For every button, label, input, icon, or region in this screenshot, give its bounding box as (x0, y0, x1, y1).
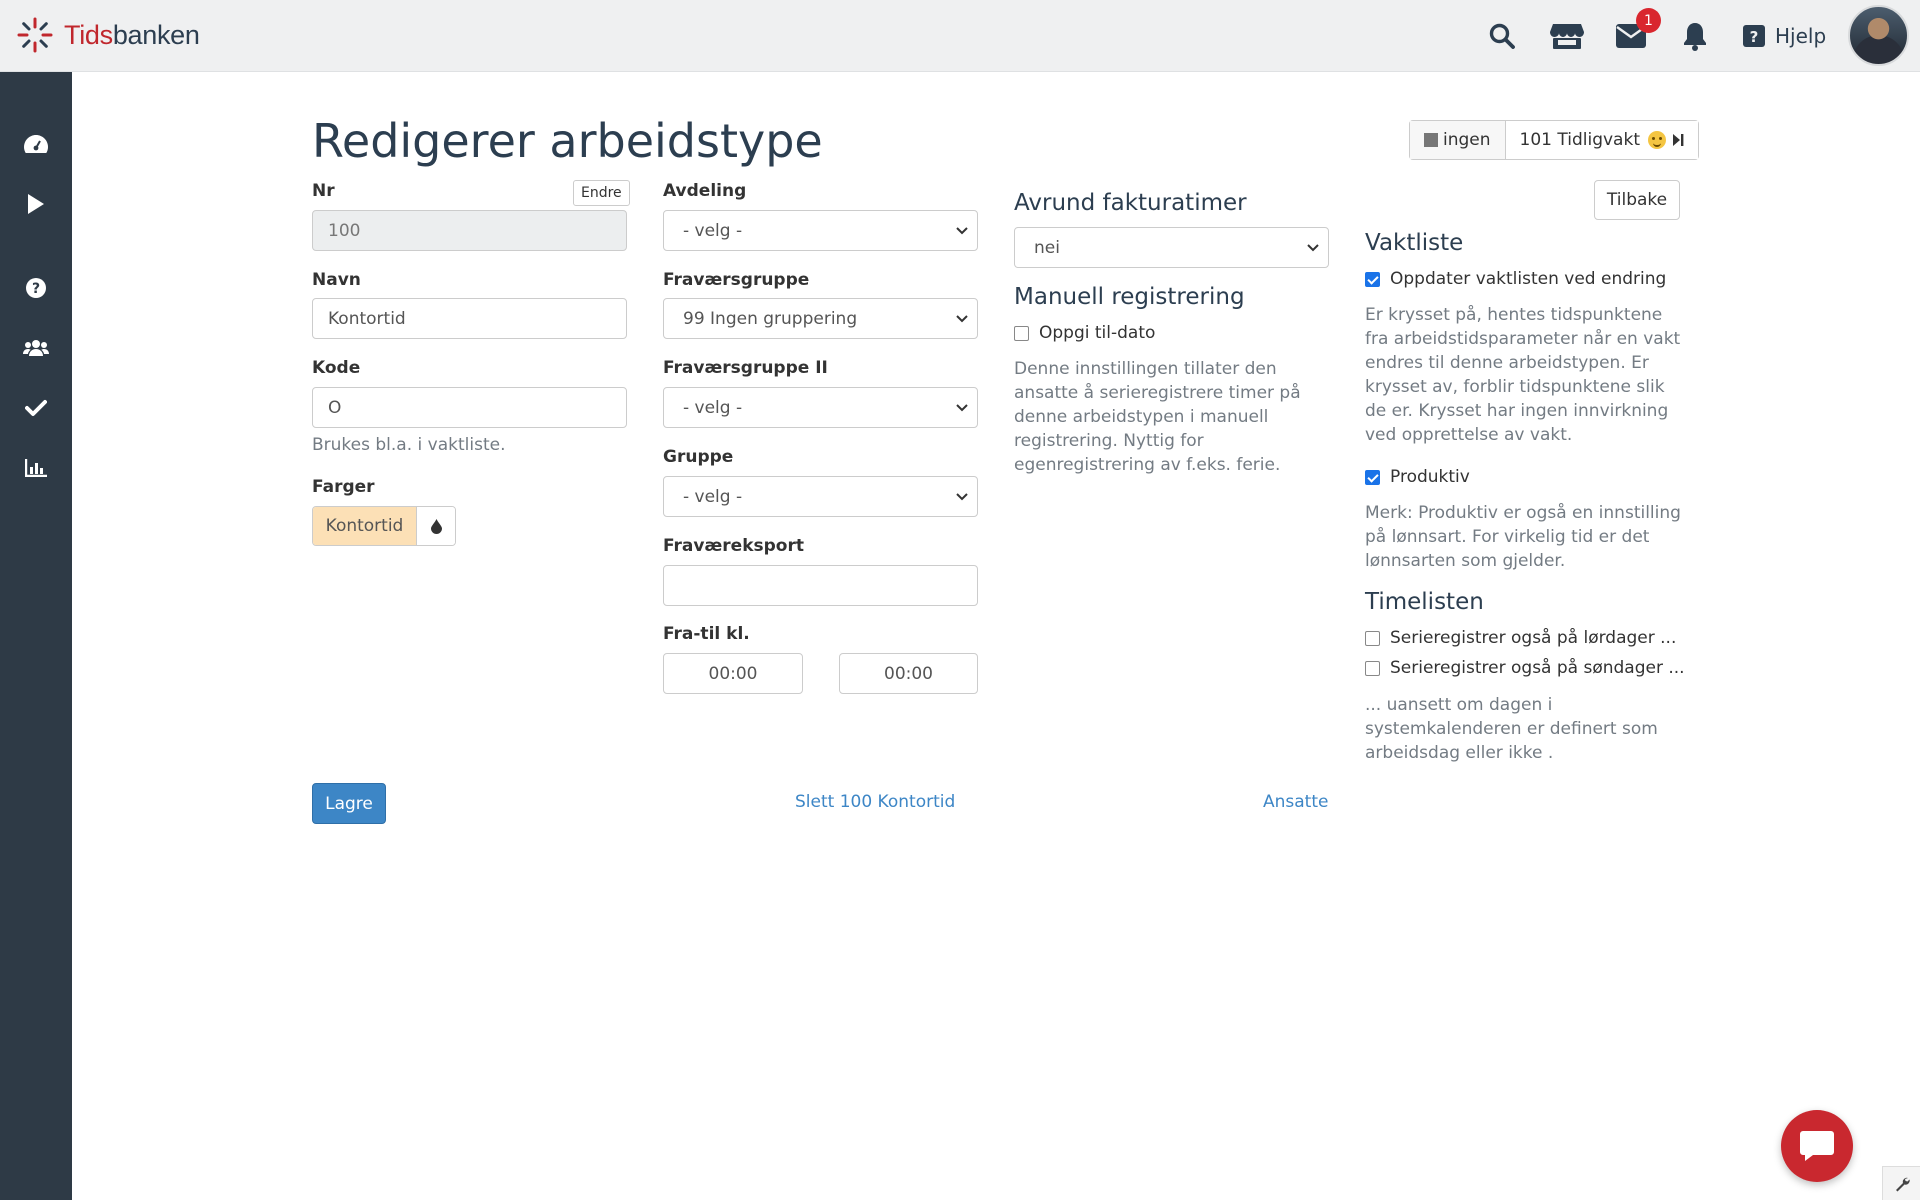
chat-bubble-icon (1800, 1131, 1834, 1161)
shift-next-button[interactable]: 101 Tidligvakt (1504, 121, 1698, 159)
color-picker: Kontortid (312, 506, 456, 546)
page-title: Redigerer arbeidstype (312, 114, 823, 168)
save-button[interactable]: Lagre (312, 783, 386, 824)
top-bar: Tidsbanken 1 ? Hjelp (0, 0, 1920, 72)
help-circle-icon[interactable]: ? (20, 272, 52, 304)
sidebar: ? (0, 72, 72, 1200)
navn-field[interactable]: Kontortid (312, 298, 627, 339)
sondag-checkbox[interactable]: Serieregistrer også på søndager ... (1365, 658, 1685, 678)
check-icon[interactable] (20, 392, 52, 424)
chevron-down-icon (1307, 244, 1319, 252)
fravaersgruppe2-label: Fraværsgruppe II (663, 358, 828, 378)
produktiv-label: Produktiv (1390, 467, 1470, 487)
avdeling-select[interactable]: - velg - (663, 210, 978, 251)
fravaersgruppe2-select[interactable]: - velg - (663, 387, 978, 428)
fravaereksport-field[interactable] (663, 565, 978, 606)
produktiv-checkbox[interactable]: Produktiv (1365, 467, 1470, 487)
delete-link[interactable]: Slett 100 Kontortid (795, 792, 955, 812)
svg-text:?: ? (32, 281, 40, 297)
chevron-down-icon (956, 227, 968, 235)
manuell-heading: Manuell registrering (1014, 284, 1245, 310)
timelisten-help-text: ... uansett om dagen i systemkalenderen … (1365, 695, 1658, 763)
fravaereksport-label: Fraværeksport (663, 536, 804, 556)
help-label: Hjelp (1775, 24, 1827, 48)
play-icon[interactable] (20, 188, 52, 220)
user-avatar[interactable] (1848, 5, 1909, 66)
skip-forward-icon (1672, 134, 1684, 146)
avrund-heading: Avrund fakturatimer (1014, 190, 1247, 216)
endre-button[interactable]: Endre (573, 180, 630, 206)
chevron-down-icon (956, 493, 968, 501)
checkbox-box[interactable] (1014, 325, 1029, 341)
produktiv-help-text: Merk: Produktiv er også en innstilling p… (1365, 503, 1681, 571)
logo-icon (17, 17, 53, 53)
square-icon (1424, 133, 1438, 147)
kode-field[interactable]: O (312, 387, 627, 428)
sondag-label: Serieregistrer også på søndager ... (1390, 658, 1685, 678)
chat-button[interactable] (1781, 1110, 1853, 1182)
gruppe-select[interactable]: - velg - (663, 476, 978, 517)
checkbox-box-checked[interactable] (1365, 271, 1380, 287)
lordag-checkbox[interactable]: Serieregistrer også på lørdager ... (1365, 628, 1676, 648)
manuell-help-text: Denne innstillingen tillater den ansatte… (1014, 359, 1301, 475)
chevron-down-icon (956, 404, 968, 412)
mail-icon[interactable]: 1 (1613, 8, 1661, 54)
color-swatch[interactable]: Kontortid (313, 507, 417, 545)
ansatte-link[interactable]: Ansatte (1263, 792, 1328, 812)
oppgi-label: Oppgi til-dato (1039, 323, 1156, 343)
help-square-icon: ? (1743, 25, 1765, 47)
nr-label: Nr (312, 181, 335, 201)
svg-text:?: ? (1750, 28, 1759, 46)
gruppe-label: Gruppe (663, 447, 734, 467)
shift-navigator: ingen 101 Tidligvakt (1409, 120, 1699, 160)
logo-text-prefix: Tids (64, 19, 113, 50)
oppgi-til-dato-checkbox[interactable]: Oppgi til-dato (1014, 323, 1155, 343)
timelisten-heading: Timelisten (1365, 589, 1484, 615)
checkbox-box[interactable] (1365, 630, 1380, 646)
fratil-label: Fra-til kl. (663, 624, 750, 644)
users-icon[interactable] (20, 332, 52, 364)
shift-none-label: ingen (1443, 130, 1491, 150)
help-menu[interactable]: ? Hjelp (1743, 20, 1826, 52)
til-time-field[interactable]: 00:00 (839, 653, 978, 694)
back-button[interactable]: Tilbake (1594, 180, 1680, 220)
gruppe-value: - velg - (683, 486, 743, 507)
logo-text: Tidsbanken (64, 20, 200, 51)
avrund-value: nei (1034, 237, 1060, 258)
vaktliste-heading: Vaktliste (1365, 230, 1464, 256)
checkbox-box-checked[interactable] (1365, 469, 1380, 485)
fravaersgruppe-label: Fraværsgruppe (663, 270, 810, 290)
nr-field[interactable]: 100 (312, 210, 627, 251)
navn-label: Navn (312, 270, 361, 290)
fravaersgruppe-value: 99 Ingen gruppering (683, 308, 858, 329)
mail-badge: 1 (1636, 8, 1661, 33)
shift-next-label: 101 Tidligvakt (1519, 130, 1640, 150)
smiley-icon (1647, 131, 1666, 149)
fravaersgruppe-select[interactable]: 99 Ingen gruppering (663, 298, 978, 339)
fra-time-field[interactable]: 00:00 (663, 653, 803, 694)
bell-icon[interactable] (1677, 18, 1713, 54)
lordag-label: Serieregistrer også på lørdager ... (1390, 628, 1677, 648)
search-icon[interactable] (1484, 18, 1520, 54)
avdeling-label: Avdeling (663, 181, 747, 201)
avdeling-value: - velg - (683, 220, 743, 241)
checkbox-box[interactable] (1365, 660, 1380, 676)
chart-icon[interactable] (20, 452, 52, 484)
dashboard-icon[interactable] (20, 128, 52, 160)
kode-label: Kode (312, 358, 361, 378)
oppdater-label: Oppdater vaktlisten ved endring (1390, 269, 1667, 289)
farger-label: Farger (312, 477, 375, 497)
shift-none-button[interactable]: ingen (1410, 121, 1505, 159)
store-icon[interactable] (1549, 18, 1585, 54)
wrench-icon[interactable] (1882, 1166, 1920, 1200)
app-logo[interactable]: Tidsbanken (16, 16, 200, 54)
oppdater-vaktliste-checkbox[interactable]: Oppdater vaktlisten ved endring (1365, 269, 1666, 289)
logo-text-suffix: banken (112, 19, 200, 50)
color-drop-icon[interactable] (417, 507, 455, 545)
avrund-select[interactable]: nei (1014, 227, 1329, 268)
fravaersgruppe2-value: - velg - (683, 397, 743, 418)
chevron-down-icon (956, 315, 968, 323)
kode-help-text: Brukes bl.a. i vaktliste. (312, 435, 506, 455)
oppdater-help-text: Er krysset på, hentes tidspunktene fra a… (1365, 305, 1681, 445)
